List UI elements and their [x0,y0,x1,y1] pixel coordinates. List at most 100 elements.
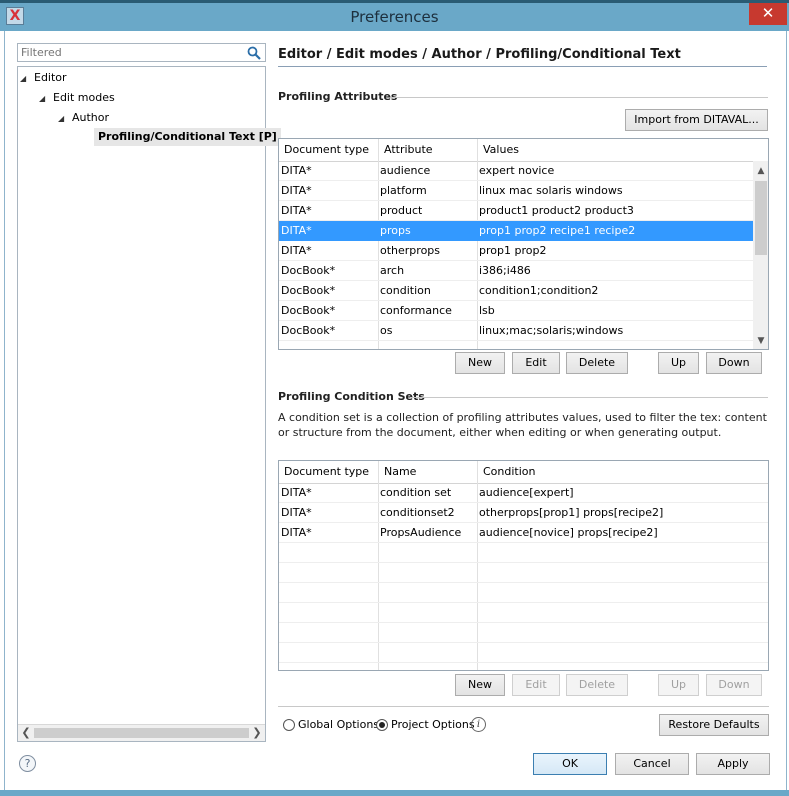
title-bar[interactable]: X Preferences ✕ [0,3,789,31]
attributes-up-button[interactable]: Up [658,352,699,374]
tree-item-label: Editor [34,71,67,84]
table-cell[interactable]: otherprops[prop1] props[recipe2] [479,503,663,523]
filter-field[interactable] [17,43,266,62]
scrollbar-thumb[interactable] [755,181,767,255]
attributes-new-button[interactable]: New [455,352,505,374]
attributes-delete-button[interactable]: Delete [566,352,628,374]
table-cell[interactable]: os [380,321,392,341]
conditions-delete-button[interactable]: Delete [566,674,628,696]
table-cell[interactable]: DocBook* [281,281,335,301]
tree-item-label: Edit modes [53,91,115,104]
column-divider [477,461,478,670]
table-cell[interactable]: audience[novice] props[recipe2] [479,523,658,543]
scroll-left-icon[interactable]: ❮ [18,725,34,741]
table-cell[interactable]: props [380,221,411,241]
table-cell[interactable]: DITA* [281,221,312,241]
table-cell[interactable]: audience[expert] [479,483,574,503]
table-cell[interactable]: otherprops [380,241,440,261]
scroll-up-icon[interactable]: ▲ [753,163,768,179]
window-bottom-edge [0,790,789,796]
table-cell[interactable]: DITA* [281,181,312,201]
footer-divider [278,706,769,707]
global-options-label[interactable]: Global Options [298,718,379,731]
table-cell[interactable]: DITA* [281,161,312,181]
table-cell[interactable]: product1 product2 product3 [479,201,634,221]
close-button[interactable]: ✕ [749,3,787,25]
search-icon[interactable] [247,46,261,60]
conditions-up-button[interactable]: Up [658,674,699,696]
table-cell[interactable]: prop1 prop2 [479,241,546,261]
table-cell[interactable]: platform [380,181,427,201]
table-cell[interactable]: DocBook* [281,321,335,341]
table-cell[interactable]: DocBook* [281,301,335,321]
tree-item-edit-modes[interactable]: ◢ Edit modes [39,89,115,107]
row-divider [279,602,768,603]
table-cell[interactable]: DITA* [281,523,312,543]
help-button[interactable]: ? [19,755,36,772]
expanded-arrow-icon[interactable]: ◢ [20,70,34,88]
expanded-arrow-icon[interactable]: ◢ [58,110,72,128]
table-cell[interactable]: expert novice [479,161,554,181]
column-divider [477,139,478,349]
tree-item-editor[interactable]: ◢ Editor [20,69,67,87]
row-divider [279,582,768,583]
conditions-down-button[interactable]: Down [706,674,762,696]
table-cell[interactable]: i386;i486 [479,261,531,281]
restore-defaults-button[interactable]: Restore Defaults [659,714,769,736]
column-header[interactable]: Condition [483,462,536,482]
tree-item-author[interactable]: ◢ Author [58,109,109,127]
table-cell[interactable]: linux mac solaris windows [479,181,623,201]
cancel-button[interactable]: Cancel [615,753,689,775]
conditions-edit-button[interactable]: Edit [512,674,560,696]
table-cell[interactable]: prop1 prop2 recipe1 recipe2 [479,221,635,241]
tree-item-profiling-conditional-text[interactable]: Profiling/Conditional Text [P] [94,128,281,146]
project-options-radio[interactable] [376,719,388,731]
tree-item-label: Author [72,111,110,124]
apply-button[interactable]: Apply [696,753,770,775]
conditions-new-button[interactable]: New [455,674,505,696]
window-title: Preferences [350,8,439,26]
column-header[interactable]: Name [384,462,416,482]
table-cell[interactable]: DocBook* [281,261,335,281]
filter-input[interactable] [18,44,244,61]
table-cell[interactable]: lsb [479,301,495,321]
attributes-down-button[interactable]: Down [706,352,762,374]
table-cell[interactable]: linux;mac;solaris;windows [479,321,623,341]
table-cell[interactable]: condition1;condition2 [479,281,598,301]
scrollbar-thumb[interactable] [34,728,249,738]
table-cell[interactable]: audience [380,161,430,181]
attributes-vertical-scrollbar[interactable]: ▲ ▼ [753,161,768,349]
row-divider [279,662,768,663]
table-cell[interactable]: condition [380,281,431,301]
table-cell[interactable]: product [380,201,422,221]
expanded-arrow-icon[interactable]: ◢ [39,90,53,108]
column-divider [378,461,379,670]
table-cell[interactable]: DITA* [281,201,312,221]
global-options-radio[interactable] [283,719,295,731]
table-cell[interactable]: arch [380,261,404,281]
preferences-tree: ◢ Editor ◢ Edit modes ◢ Author Profiling/Co… [17,66,281,742]
scroll-down-icon[interactable]: ▼ [753,333,768,349]
table-cell[interactable]: PropsAudience [380,523,461,543]
scroll-right-icon[interactable]: ❯ [249,725,265,741]
table-cell[interactable]: DITA* [281,241,312,261]
table-cell[interactable]: conformance [380,301,452,321]
tree-horizontal-scrollbar[interactable]: ❮ ❯ [18,724,265,741]
profiling-attributes-heading: Profiling Attributes [278,90,398,103]
table-header: Document type Attribute Values [279,139,753,162]
column-header[interactable]: Document type [284,462,369,482]
column-header[interactable]: Attribute [384,140,433,160]
table-cell[interactable]: DITA* [281,503,312,523]
info-icon[interactable]: i [471,717,486,732]
table-cell[interactable]: condition set [380,483,451,503]
row-divider [279,642,768,643]
column-header[interactable]: Document type [284,140,369,160]
table-cell[interactable]: conditionset2 [380,503,455,523]
project-options-label[interactable]: Project Options [391,718,475,731]
column-header[interactable]: Values [483,140,519,160]
import-ditaval-button[interactable]: Import from DITAVAL... [625,109,768,131]
attributes-edit-button[interactable]: Edit [512,352,560,374]
ok-button[interactable]: OK [533,753,607,775]
profiling-attributes-table: Document type Attribute Values DITA* audi… [278,138,769,350]
table-cell[interactable]: DITA* [281,483,312,503]
